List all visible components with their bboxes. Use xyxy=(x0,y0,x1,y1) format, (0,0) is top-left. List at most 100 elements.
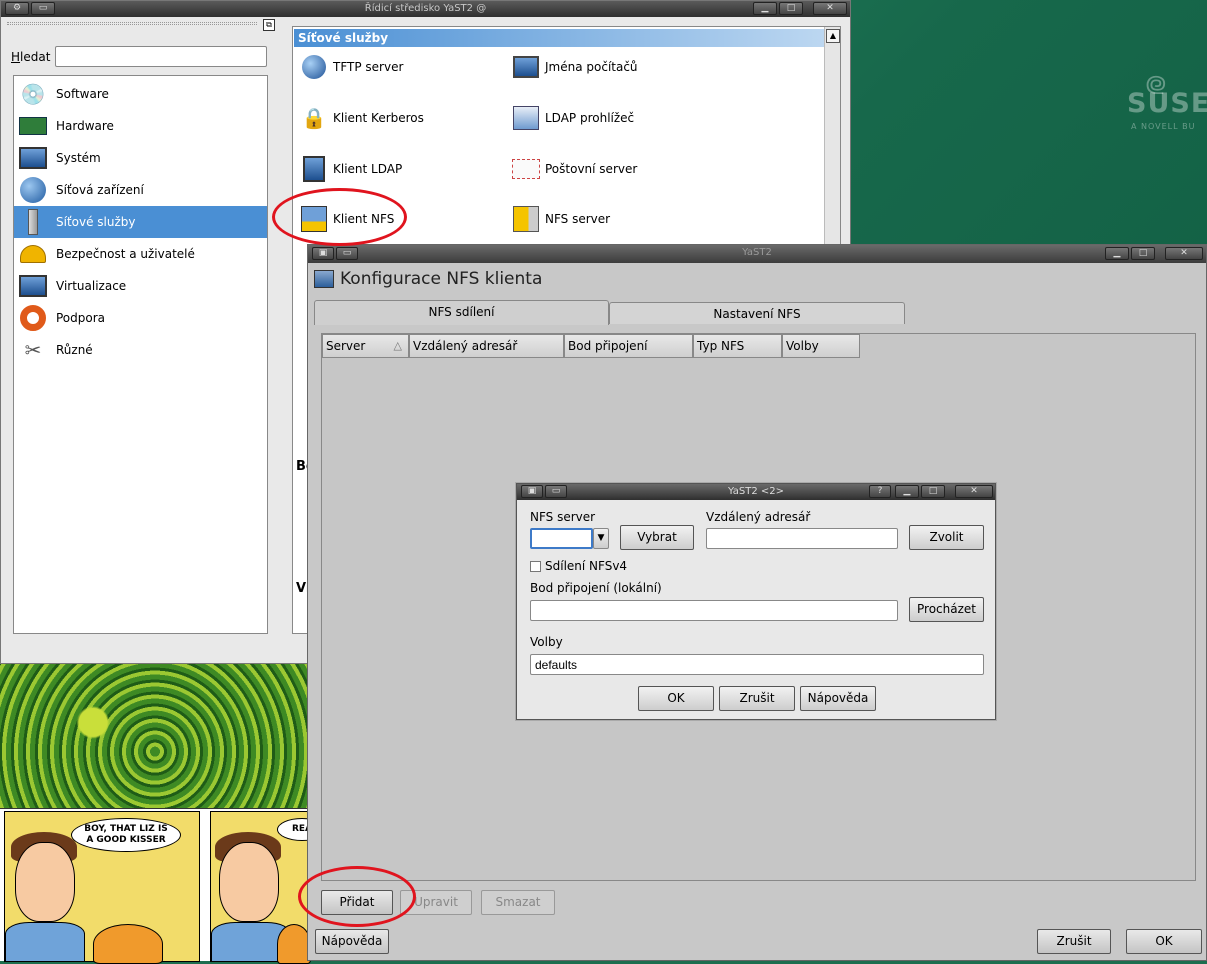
remote-dir-label: Vzdálený adresář xyxy=(706,510,811,524)
category-support[interactable]: Podpora xyxy=(14,302,267,334)
sticky-icon[interactable]: ▭ xyxy=(31,2,55,15)
remote-dir-input[interactable] xyxy=(706,528,898,549)
search-input[interactable] xyxy=(55,46,267,67)
help-icon[interactable]: ? xyxy=(869,485,891,498)
module-ldap-client[interactable]: Klient LDAP xyxy=(299,149,402,189)
network-globe-icon xyxy=(18,176,48,204)
category-security-users[interactable]: Bezpečnost a uživatelé xyxy=(14,238,267,270)
category-hardware[interactable]: Hardware xyxy=(14,110,267,142)
close-button[interactable]: ✕ xyxy=(955,485,993,498)
options-label: Volby xyxy=(530,635,563,649)
nfs-window-titlebar[interactable]: YaST2 ▣ ▭ ▁ □ ✕ xyxy=(308,245,1206,263)
mount-point-label: Bod připojení (lokální) xyxy=(530,581,662,595)
ok-button[interactable]: OK xyxy=(638,686,714,711)
category-network-services[interactable]: Síťové služby xyxy=(14,206,267,238)
helmet-icon xyxy=(18,240,48,268)
window-menu-icon[interactable]: ⚙ xyxy=(5,2,29,15)
column-header-server[interactable]: Server △ xyxy=(322,334,409,358)
delete-button[interactable]: Smazat xyxy=(481,890,555,915)
minimize-button[interactable]: ▁ xyxy=(895,485,919,498)
column-header-options[interactable]: Volby xyxy=(782,334,860,358)
maximize-button[interactable]: □ xyxy=(921,485,945,498)
cancel-button[interactable]: Zrušit xyxy=(1037,929,1111,954)
maximize-button[interactable]: □ xyxy=(779,2,803,15)
minimize-button[interactable]: ▁ xyxy=(1105,247,1129,260)
speech-bubble: BOY, THAT LIZ IS A GOOD KISSER xyxy=(71,818,181,852)
tab-nfs-shares[interactable]: NFS sdílení xyxy=(314,300,609,325)
sticky-icon[interactable]: ▭ xyxy=(336,247,358,260)
column-header-mount-point[interactable]: Bod připojení xyxy=(564,334,693,358)
column-header-nfs-type[interactable]: Typ NFS xyxy=(693,334,782,358)
ok-button[interactable]: OK xyxy=(1126,929,1202,954)
close-button[interactable]: ✕ xyxy=(1165,247,1203,260)
module-nfs-server[interactable]: NFS server xyxy=(511,199,610,239)
scroll-up-arrow-icon[interactable]: ▲ xyxy=(826,29,840,43)
monitor-icon xyxy=(299,153,329,185)
comic-cat xyxy=(277,924,311,964)
module-hostnames[interactable]: Jména počítačů xyxy=(511,47,638,87)
nfsv4-checkbox[interactable] xyxy=(530,560,541,572)
category-misc[interactable]: ✂ Různé xyxy=(14,334,267,366)
network-services-icon xyxy=(18,208,48,236)
comic-face xyxy=(219,842,279,922)
nfs-server-input[interactable] xyxy=(530,528,593,549)
tab-nfs-settings[interactable]: Nastavení NFS xyxy=(609,302,905,324)
monitor-icon xyxy=(18,144,48,172)
select-dir-button[interactable]: Zvolit xyxy=(909,525,984,550)
category-system[interactable]: Systém xyxy=(14,142,267,174)
highlight-ring-add-button xyxy=(298,866,416,927)
page-title: Konfigurace NFS klienta xyxy=(314,269,542,289)
comic-face xyxy=(15,842,75,922)
nfs-server-dropdown-arrow-icon[interactable]: ▼ xyxy=(593,528,609,549)
close-button[interactable]: ✕ xyxy=(813,2,847,15)
module-group-header: Síťové služby xyxy=(294,29,824,47)
wallpaper-image xyxy=(0,664,310,810)
lifebuoy-icon xyxy=(18,304,48,332)
computer-icon xyxy=(511,51,541,83)
dialog-titlebar[interactable]: YaST2 <2> ▣ ▭ ? ▁ □ ✕ xyxy=(517,484,995,500)
module-mail-server[interactable]: Poštovní server xyxy=(511,149,637,189)
module-ldap-browser[interactable]: LDAP prohlížeč xyxy=(511,98,634,138)
highlight-ring-nfs-client xyxy=(272,188,407,246)
suse-logo: ᪤ SUSE A NOVELL BU xyxy=(1127,67,1207,131)
search-label: Hledat xyxy=(11,50,51,64)
cancel-button[interactable]: Zrušit xyxy=(719,686,795,711)
search-label-rest: ledat xyxy=(20,50,51,64)
dialog-title: YaST2 <2> xyxy=(728,486,784,497)
tools-icon: ✂ xyxy=(24,338,42,362)
undock-icon[interactable]: ⧉ xyxy=(263,19,275,31)
nfs-server-icon xyxy=(511,203,541,235)
nfs-server-label: NFS server xyxy=(530,510,596,524)
help-button[interactable]: Nápověda xyxy=(315,929,389,954)
module-tftp-server[interactable]: TFTP server xyxy=(299,47,403,87)
category-network-devices[interactable]: Síťová zařízení xyxy=(14,174,267,206)
category-virtualization[interactable]: Virtualizace xyxy=(14,270,267,302)
globe-icon xyxy=(299,51,329,83)
window-menu-icon[interactable]: ▣ xyxy=(521,485,543,498)
nfsv4-label: Sdílení NFSv4 xyxy=(545,559,628,573)
maximize-button[interactable]: □ xyxy=(1131,247,1155,260)
column-header-remote-dir[interactable]: Vzdálený adresář xyxy=(409,334,564,358)
add-share-dialog: YaST2 <2> ▣ ▭ ? ▁ □ ✕ NFS server ▼ Vybra… xyxy=(516,483,996,720)
window-menu-icon[interactable]: ▣ xyxy=(312,247,334,260)
comic-panel-1: BOY, THAT LIZ IS A GOOD KISSER xyxy=(4,811,200,964)
padlock-icon: 🔒 xyxy=(301,106,327,130)
dock-handle[interactable] xyxy=(7,22,257,25)
sticky-icon[interactable]: ▭ xyxy=(545,485,567,498)
choose-server-button[interactable]: Vybrat xyxy=(620,525,694,550)
control-center-titlebar[interactable]: Řídicí středisko YaST2 @ ⚙ ▭ ▁ □ ✕ xyxy=(1,1,850,17)
comic-strip: BOY, THAT LIZ IS A GOOD KISSER REA xyxy=(0,808,327,964)
comic-panel-2: REA xyxy=(210,811,327,964)
mount-point-input[interactable] xyxy=(530,600,898,621)
browse-button[interactable]: Procházet xyxy=(909,597,984,622)
software-cd-icon: 💿 xyxy=(20,82,46,106)
help-button[interactable]: Nápověda xyxy=(800,686,876,711)
module-kerberos-client[interactable]: 🔒 Klient Kerberos xyxy=(299,98,424,138)
minimize-button[interactable]: ▁ xyxy=(753,2,777,15)
nfsv4-option[interactable]: Sdílení NFSv4 xyxy=(530,559,627,573)
category-software[interactable]: 💿 Software xyxy=(14,78,267,110)
options-input[interactable] xyxy=(530,654,984,675)
ldap-browser-icon xyxy=(511,102,541,134)
category-list: 💿 Software Hardware Systém Síťová zaříze… xyxy=(13,75,268,634)
envelope-icon xyxy=(511,153,541,185)
